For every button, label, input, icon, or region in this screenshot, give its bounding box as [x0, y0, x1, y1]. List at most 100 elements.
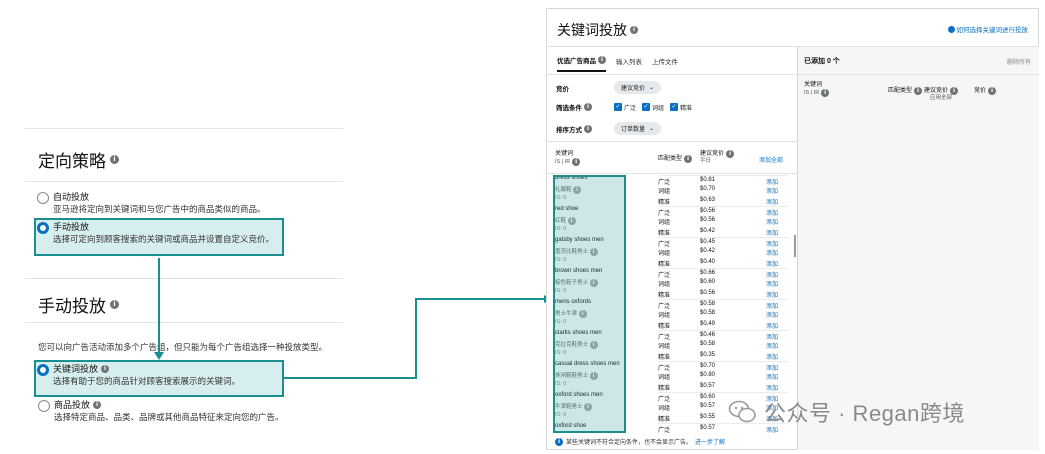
- info-icon[interactable]: i: [572, 158, 581, 166]
- col-suggested-bid: 建议竞价 i 平日: [700, 150, 735, 165]
- add-keyword-button[interactable]: 添加: [766, 248, 778, 257]
- add-keyword-button[interactable]: 添加: [766, 290, 778, 299]
- suggested-bid: $0.57: [700, 403, 716, 410]
- scrollbar[interactable]: [794, 235, 796, 257]
- add-keyword-button[interactable]: 添加: [766, 259, 778, 268]
- keyword-match-row: 精准 $0.49 添加: [658, 320, 788, 330]
- watermark: 公众号 · Regan跨境: [728, 396, 965, 428]
- info-icon[interactable]: i: [821, 89, 830, 97]
- keyword-match-row: 广泛 $0.58 添加: [658, 299, 788, 310]
- filter-label: 筛选条件 i: [556, 102, 614, 112]
- keyword-match-row: 精准 $0.40 添加: [658, 258, 788, 268]
- added-col-suggested: 建议竞价 i 应用全部: [924, 87, 959, 102]
- add-keyword-button[interactable]: 添加: [766, 186, 778, 195]
- suggested-bid: $0.60: [700, 394, 716, 400]
- filter-broad-checkbox[interactable]: ✓ 广泛: [614, 103, 636, 112]
- add-keyword-button[interactable]: 添加: [766, 217, 778, 226]
- keyword-match-row: 广泛 $0.46 添加: [658, 330, 788, 341]
- filter-exact-checkbox[interactable]: ✓ 精准: [670, 103, 692, 112]
- right-connector: [284, 298, 545, 379]
- suggested-bid: $0.56: [700, 289, 716, 296]
- match-type: 广泛: [658, 428, 671, 433]
- suggested-bid: $0.63: [700, 196, 716, 203]
- info-icon[interactable]: i: [684, 155, 693, 163]
- keyword-match-row: 精准 $0.57 添加: [658, 382, 788, 392]
- suggested-bid: $0.46: [700, 332, 716, 338]
- suggested-bid: $0.40: [700, 258, 716, 265]
- suggested-bid: $0.58: [700, 301, 716, 307]
- remove-all-link[interactable]: 删除所有: [1007, 57, 1031, 66]
- match-type: 词组: [658, 344, 671, 351]
- suggested-bid: $0.49: [700, 320, 716, 327]
- suggested-bid: $0.58: [700, 310, 716, 317]
- filter-row: 筛选条件 i ✓ 广泛 ✓ 词组 ✓ 精准: [556, 102, 698, 112]
- info-icon[interactable]: i: [914, 87, 923, 95]
- keyword-match-row: 词组 $0.42 添加: [658, 247, 788, 257]
- add-all-link[interactable]: 添加全部: [759, 155, 783, 164]
- suggested-bid: $0.66: [700, 270, 716, 276]
- tab-bar: 优选广告商品 i 输入列表 上传文件: [557, 55, 678, 72]
- tab-upload-file[interactable]: 上传文件: [652, 55, 678, 72]
- add-keyword-button[interactable]: 添加: [766, 372, 778, 381]
- add-keyword-button[interactable]: 添加: [766, 197, 778, 206]
- added-col-match: 匹配类型 i: [888, 87, 923, 95]
- arrow-down-icon: [154, 352, 164, 360]
- match-type: 词组: [658, 189, 671, 196]
- suggested-bid: $0.42: [700, 227, 716, 234]
- keyword-match-row: 词组 $0.60 添加: [658, 278, 788, 288]
- tab-underline: [547, 74, 797, 75]
- col-match-type: 匹配类型 i: [658, 155, 693, 163]
- add-keyword-button[interactable]: 添加: [766, 383, 778, 392]
- match-type: 词组: [658, 313, 671, 320]
- add-keyword-button[interactable]: 添加: [766, 279, 778, 288]
- suggested-bid: $0.35: [700, 351, 716, 358]
- add-keyword-button[interactable]: 添加: [766, 228, 778, 237]
- match-type: 精准: [658, 323, 671, 330]
- info-icon[interactable]: i: [598, 56, 606, 64]
- match-type: 词组: [658, 375, 671, 382]
- suggested-bid: $0.57: [700, 382, 716, 389]
- filter-phrase-checkbox[interactable]: ✓ 词组: [642, 103, 664, 112]
- add-keyword-button[interactable]: 添加: [766, 321, 778, 330]
- sort-dropdown[interactable]: 订单数量 ⌄: [614, 122, 662, 135]
- bid-dropdown[interactable]: 建议竞价 ⌄: [614, 81, 662, 94]
- info-icon[interactable]: i: [950, 87, 959, 95]
- add-keyword-button[interactable]: 添加: [766, 310, 778, 319]
- suggested-bid: $0.60: [700, 279, 716, 286]
- tab-suggested-products[interactable]: 优选广告商品 i: [557, 55, 606, 72]
- keyword-match-row: 广泛 $0.66 添加: [658, 268, 788, 279]
- tab-enter-list[interactable]: 输入列表: [616, 55, 642, 72]
- added-col-bid: 竞价 i: [974, 87, 997, 95]
- keyword-match-row: 精准 $0.63 添加: [658, 196, 788, 206]
- info-icon[interactable]: i: [726, 150, 735, 158]
- keyword-targeting-modal: 关键词投放 i 如何选择关键词进行投放 优选广告商品 i 输入列表 上传文件 竞价 …: [546, 8, 1039, 450]
- keyword-match-row: 广泛 $0.45 添加: [658, 237, 788, 248]
- keyword-match-row: 词组 $0.80 添加: [658, 371, 788, 381]
- bid-row: 竞价 建议竞价 ⌄: [556, 81, 662, 94]
- suggested-bid: $0.57: [700, 425, 716, 431]
- sort-label: 排序方式 i: [556, 124, 614, 134]
- info-icon[interactable]: i: [630, 26, 638, 34]
- keyword-match-row: 词组 $0.70 添加: [658, 185, 788, 195]
- sort-row: 排序方式 i 订单数量 ⌄: [556, 122, 662, 135]
- check-icon: ✓: [670, 103, 679, 111]
- keyword-match-row: 广泛 $0.56 添加: [658, 206, 788, 217]
- learn-more-link[interactable]: 进一步了解: [695, 437, 725, 446]
- info-icon[interactable]: i: [988, 87, 997, 95]
- match-type: 词组: [658, 406, 671, 413]
- help-link[interactable]: 如何选择关键词进行投放: [947, 24, 1028, 34]
- info-icon: i: [555, 437, 563, 446]
- add-keyword-button[interactable]: 添加: [766, 341, 778, 350]
- add-keyword-button[interactable]: 添加: [766, 352, 778, 361]
- added-keywords-column: 已添加 0 个 删除所有 关键词 IS | IR i 匹配类型 i 建议竞价 i 应用…: [798, 46, 1039, 450]
- match-type: 精准: [658, 199, 671, 206]
- keyword-match-row: 词组 $0.56 添加: [658, 216, 788, 226]
- info-icon[interactable]: i: [584, 103, 592, 111]
- watermark-text: 公众号 · Regan跨境: [764, 401, 965, 426]
- info-icon[interactable]: i: [584, 124, 592, 133]
- match-type: 精准: [658, 354, 671, 361]
- match-type: 精准: [658, 261, 671, 268]
- check-icon: ✓: [642, 103, 651, 111]
- suggested-bid: $0.70: [700, 186, 716, 193]
- help-icon: [947, 25, 955, 33]
